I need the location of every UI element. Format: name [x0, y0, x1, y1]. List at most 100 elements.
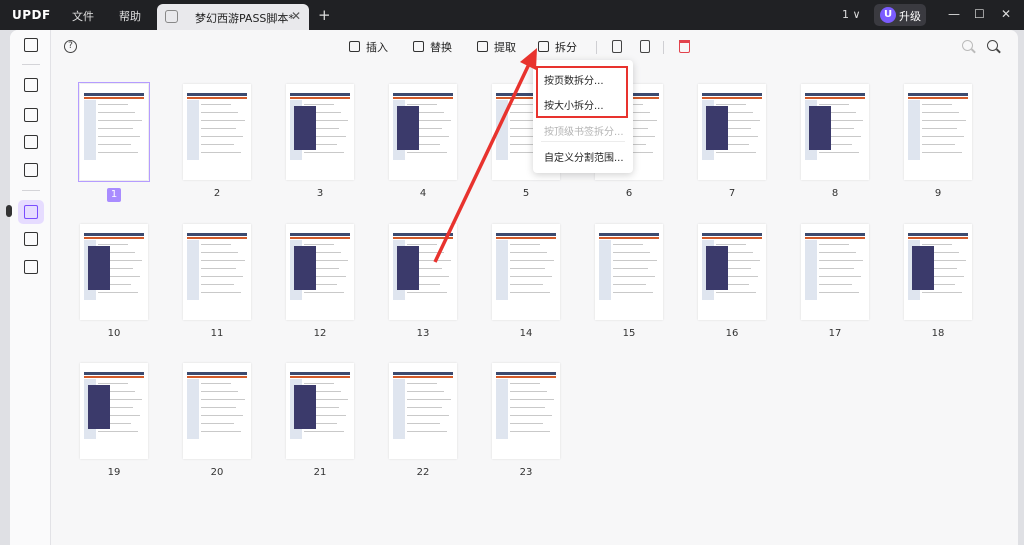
close-tab-icon[interactable]: ✕ — [291, 9, 301, 23]
page-preview — [801, 224, 869, 320]
page-text-line — [510, 244, 540, 245]
page-text-line — [716, 244, 746, 245]
user-avatar[interactable]: U — [880, 7, 896, 23]
window-count-dropdown[interactable]: 1 ∨ — [842, 8, 861, 21]
organize-pages-icon[interactable] — [24, 205, 38, 219]
replace-icon — [413, 41, 424, 52]
split-label: 拆分 — [555, 41, 577, 54]
page-text-line — [407, 415, 449, 416]
page-number-label: 9 — [934, 188, 942, 199]
page-header-band — [805, 93, 865, 96]
page-text-line — [201, 144, 234, 145]
menu-help[interactable]: 帮助 — [119, 8, 141, 24]
page-text-line — [716, 152, 756, 153]
page-image-block — [294, 385, 316, 429]
app-logo: UPDF — [12, 8, 51, 22]
page-table-column — [496, 240, 508, 300]
page-number-label: 5 — [522, 188, 530, 199]
page-preview — [492, 224, 560, 320]
new-tab-button[interactable]: + — [318, 6, 331, 24]
close-window-button[interactable]: ✕ — [1001, 7, 1011, 21]
menu-file[interactable]: 文件 — [72, 8, 94, 24]
delete-icon[interactable] — [679, 40, 690, 53]
page-text-line — [407, 407, 442, 408]
page-header-accent — [187, 97, 247, 99]
page-header-band — [290, 372, 350, 375]
extract-button[interactable]: 提取 — [477, 39, 516, 57]
page-text-line — [407, 152, 447, 153]
page-header-band — [496, 233, 556, 236]
page-preview — [286, 224, 354, 320]
page-header-band — [84, 93, 144, 96]
page-text-line — [201, 415, 243, 416]
page-number-label: 22 — [416, 467, 430, 478]
page-table-column — [187, 100, 199, 160]
upgrade-label[interactable]: 升级 — [899, 8, 921, 24]
comment-icon[interactable] — [24, 78, 38, 92]
minimize-button[interactable]: — — [948, 7, 960, 21]
page-text-line — [613, 276, 655, 277]
page-table-column — [84, 100, 96, 160]
page-text-line — [510, 268, 545, 269]
page-text-line — [819, 284, 852, 285]
page-preview — [183, 363, 251, 459]
page-preview — [286, 84, 354, 180]
page-header-band — [187, 233, 247, 236]
page-header-band — [908, 233, 968, 236]
insert-button[interactable]: 插入 — [349, 39, 388, 57]
page-text-line — [201, 136, 243, 137]
page-text-line — [510, 292, 550, 293]
page-text-line — [922, 120, 966, 121]
page-text-line — [510, 276, 552, 277]
page-number-label: 20 — [210, 467, 224, 478]
page-text-line — [201, 112, 238, 113]
page-text-line — [407, 431, 447, 432]
rotate-left-icon[interactable] — [612, 40, 622, 53]
rotate-right-icon[interactable] — [640, 40, 650, 53]
document-tab[interactable]: 梦幻西游PASS脚本* ✕ — [157, 4, 309, 30]
page-header-accent — [496, 237, 556, 239]
page-image-block — [912, 246, 934, 290]
page-header-accent — [187, 237, 247, 239]
page-number-label: 21 — [313, 467, 327, 478]
form-icon[interactable] — [24, 135, 38, 149]
sidebar-collapse-handle[interactable] — [6, 205, 12, 217]
page-text-line — [613, 260, 657, 261]
page-table-column — [496, 100, 508, 160]
page-text-line — [201, 391, 238, 392]
custom-split-range-item[interactable]: 自定义分割范围... — [544, 149, 624, 164]
page-text-line — [407, 292, 447, 293]
page-text-line — [304, 104, 334, 105]
page-number-label: 6 — [625, 188, 633, 199]
page-text-line — [201, 423, 234, 424]
help-icon[interactable]: ? — [64, 40, 77, 53]
crop-icon[interactable] — [24, 232, 38, 246]
fill-sign-icon[interactable] — [24, 163, 38, 177]
page-text-line — [922, 292, 962, 293]
reader-icon[interactable] — [24, 38, 38, 52]
page-header-accent — [702, 237, 762, 239]
page-preview — [389, 84, 457, 180]
page-preview — [801, 84, 869, 180]
page-number-label: 14 — [519, 328, 533, 339]
replace-button[interactable]: 替换 — [413, 39, 452, 57]
page-table-column — [187, 379, 199, 439]
page-image-block — [397, 106, 419, 150]
page-text-line — [201, 292, 241, 293]
split-by-bookmark-item: 按顶级书签拆分... — [544, 127, 624, 138]
page-header-accent — [84, 376, 144, 378]
page-image-block — [706, 106, 728, 150]
page-preview — [183, 84, 251, 180]
edit-icon[interactable] — [24, 108, 38, 122]
split-button[interactable]: 拆分 — [538, 39, 577, 57]
maximize-button[interactable]: ☐ — [974, 7, 985, 21]
ocr-icon[interactable] — [24, 260, 38, 274]
page-text-line — [819, 276, 861, 277]
page-preview — [389, 224, 457, 320]
page-preview — [78, 82, 150, 182]
page-text-line — [407, 383, 437, 384]
page-header-band — [84, 372, 144, 375]
page-table-column — [496, 379, 508, 439]
page-preview — [80, 224, 148, 320]
page-header-accent — [393, 97, 453, 99]
